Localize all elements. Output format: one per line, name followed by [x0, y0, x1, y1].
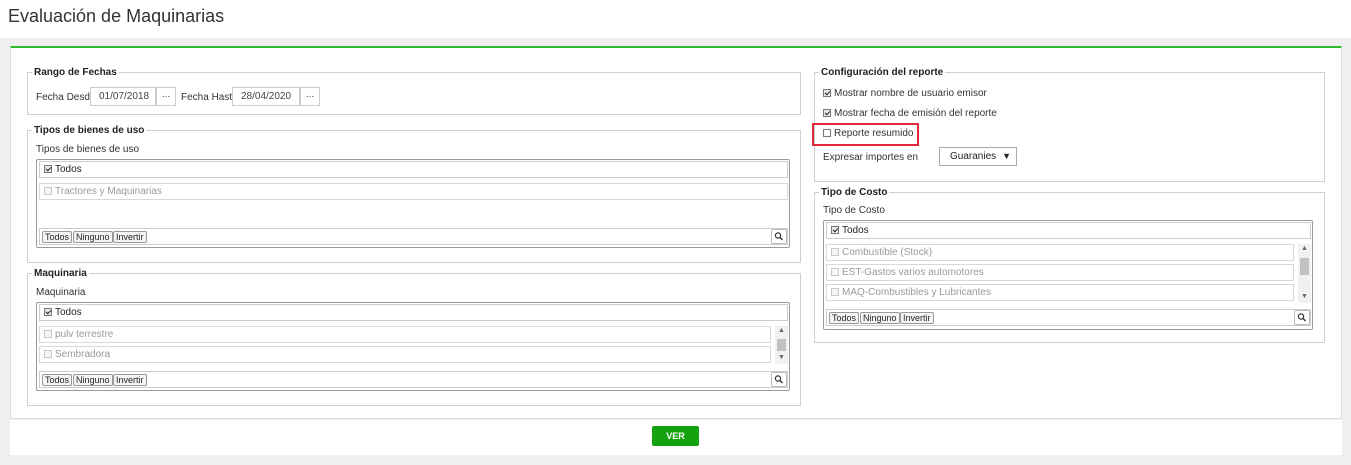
list-item-label: MAQ-Combustibles y Lubricantes	[842, 287, 991, 298]
expresar-importes-label: Expresar importes en	[823, 152, 919, 163]
checkbox-icon[interactable]	[831, 268, 839, 276]
tipo-costo-all-item[interactable]: Todos	[826, 222, 1311, 239]
tipo-costo-legend: Tipo de Costo	[821, 187, 888, 198]
currency-select[interactable]: Guaranies ▼	[939, 147, 1017, 166]
tipo-costo-selection-bar: Todos Ninguno Invertir	[826, 309, 1311, 326]
fecha-hasta-label: Fecha Hasta	[181, 92, 238, 103]
chevron-down-icon: ▼	[1002, 151, 1011, 161]
maquinaria-all-item[interactable]: Todos	[39, 304, 788, 321]
opt-fecha-emision-label: Mostrar fecha de emisión del reporte	[834, 108, 997, 119]
list-item-label: EST-Gastos varios automotores	[842, 267, 984, 278]
checkbox-checked-icon[interactable]	[44, 165, 52, 173]
scroll-down-icon[interactable]: ▼	[775, 353, 788, 363]
invert-selection-button[interactable]: Invertir	[113, 374, 147, 386]
checkbox-icon[interactable]	[831, 288, 839, 296]
checkbox-checked-icon[interactable]	[823, 89, 831, 97]
maquinaria-selection-bar: Todos Ninguno Invertir	[39, 371, 788, 388]
list-item[interactable]: Combustible (Stock)	[826, 244, 1294, 261]
checkbox-icon[interactable]	[831, 248, 839, 256]
maquinaria-legend: Maquinaria	[34, 268, 87, 279]
list-item[interactable]: pulv terrestre	[39, 326, 771, 343]
search-icon	[774, 375, 783, 384]
scroll-down-icon[interactable]: ▼	[1298, 292, 1311, 302]
tipo-costo-all-label: Todos	[842, 225, 869, 236]
opt-reporte-resumido-label: Reporte resumido	[834, 128, 914, 139]
select-none-button[interactable]: Ninguno	[73, 231, 113, 243]
opt-fecha-emision[interactable]: Mostrar fecha de emisión del reporte	[823, 108, 997, 119]
checkbox-checked-icon[interactable]	[823, 109, 831, 117]
tipos-bienes-all-label: Todos	[55, 164, 82, 175]
invert-selection-button[interactable]: Invertir	[113, 231, 147, 243]
search-icon	[1297, 313, 1306, 322]
fecha-desde-label: Fecha Desde	[36, 92, 96, 103]
checkbox-icon[interactable]	[44, 330, 52, 338]
scroll-thumb[interactable]	[777, 339, 786, 351]
tipos-bienes-label: Tipos de bienes de uso	[36, 144, 140, 155]
maquinaria-all-label: Todos	[55, 307, 82, 318]
list-item[interactable]: MAQ-Combustibles y Lubricantes	[826, 284, 1294, 301]
list-item-label: pulv terrestre	[55, 329, 114, 340]
checkbox-icon[interactable]	[44, 350, 52, 358]
tipo-costo-scrollbar[interactable]: ▲ ▼	[1298, 244, 1311, 303]
scroll-up-icon[interactable]: ▲	[1298, 244, 1311, 254]
checkbox-icon[interactable]	[44, 187, 52, 195]
list-item[interactable]: Sembradora	[39, 346, 771, 363]
fecha-desde-picker-button[interactable]: ...	[156, 87, 176, 106]
list-item[interactable]: EST-Gastos varios automotores	[826, 264, 1294, 281]
list-item-label: Tractores y Maquinarias	[55, 186, 162, 197]
opt-reporte-resumido[interactable]: Reporte resumido	[823, 128, 913, 139]
tipos-bienes-all-item[interactable]: Todos	[39, 161, 788, 178]
select-all-button[interactable]: Todos	[829, 312, 860, 324]
select-all-button[interactable]: Todos	[42, 374, 73, 386]
tipo-costo-label: Tipo de Costo	[823, 205, 885, 216]
search-button[interactable]	[1294, 310, 1310, 325]
maquinaria-label: Maquinaria	[36, 287, 86, 298]
search-icon	[774, 232, 783, 241]
search-button[interactable]	[771, 372, 787, 387]
fecha-hasta-input[interactable]: 28/04/2020	[232, 87, 300, 106]
page-title: Evaluación de Maquinarias	[8, 6, 225, 26]
select-all-button[interactable]: Todos	[42, 231, 73, 243]
fecha-desde-input[interactable]: 01/07/2018	[90, 87, 156, 106]
checkbox-icon[interactable]	[823, 129, 831, 137]
select-none-button[interactable]: Ninguno	[73, 374, 113, 386]
currency-select-value: Guaranies	[950, 151, 997, 162]
list-item[interactable]: Tractores y Maquinarias	[39, 183, 788, 200]
list-item-label: Sembradora	[55, 349, 111, 360]
invert-selection-button[interactable]: Invertir	[900, 312, 934, 324]
tipos-bienes-selection-bar: Todos Ninguno Invertir	[39, 228, 788, 245]
scroll-thumb[interactable]	[1300, 258, 1309, 275]
scroll-up-icon[interactable]: ▲	[775, 326, 788, 336]
search-button[interactable]	[771, 229, 787, 244]
opt-usuario-emisor-label: Mostrar nombre de usuario emisor	[834, 88, 987, 99]
rango-fechas-legend: Rango de Fechas	[34, 67, 117, 78]
ver-button[interactable]: VER	[652, 426, 699, 446]
list-item-label: Combustible (Stock)	[842, 247, 933, 258]
checkbox-checked-icon[interactable]	[44, 308, 52, 316]
opt-usuario-emisor[interactable]: Mostrar nombre de usuario emisor	[823, 88, 987, 99]
checkbox-checked-icon[interactable]	[831, 226, 839, 234]
select-none-button[interactable]: Ninguno	[860, 312, 900, 324]
config-legend: Configuración del reporte	[821, 67, 944, 78]
fecha-hasta-picker-button[interactable]: ...	[300, 87, 320, 106]
tipos-bienes-legend: Tipos de bienes de uso	[34, 125, 145, 136]
maquinaria-scrollbar[interactable]: ▲ ▼	[775, 326, 788, 364]
